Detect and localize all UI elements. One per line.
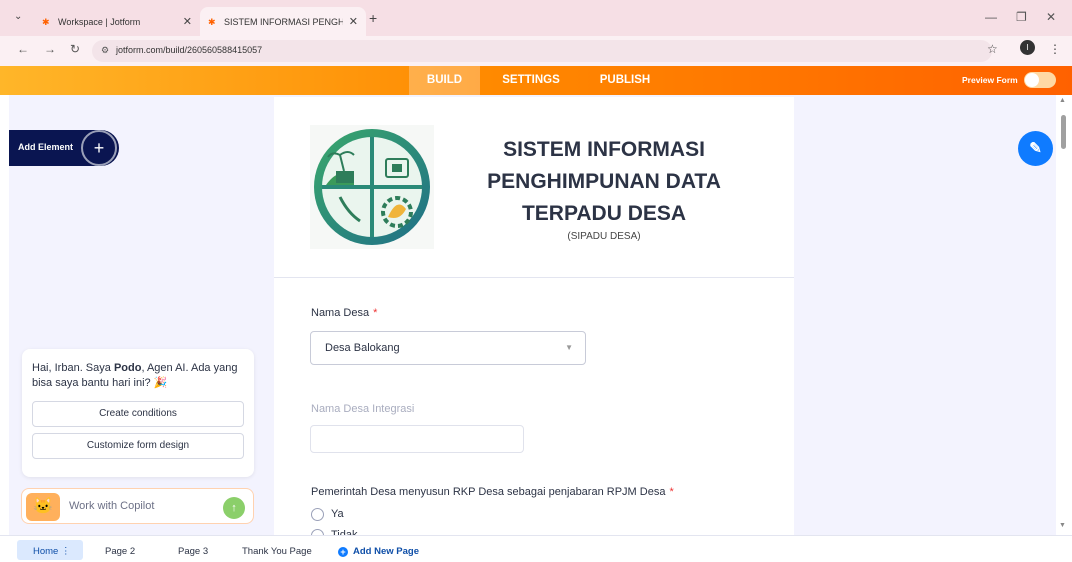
form-subtitle: (SIPADU DESA) (567, 231, 641, 242)
form-title-line: TERPADU DESA (521, 202, 687, 225)
minimize-icon[interactable]: — (985, 10, 997, 24)
back-arrow-icon[interactable]: ← (17, 42, 29, 56)
ai-agent-message: Hai, Irban. Saya Podo, Agen AI. Ada yang… (32, 361, 246, 391)
browser-menu-icon[interactable]: ⋮ (1049, 42, 1061, 56)
tab-close-icon[interactable]: ✕ (183, 15, 192, 28)
podo-avatar-icon: 🐱 (26, 493, 60, 521)
nama-desa-selected-value: Desa Balokang (325, 342, 400, 354)
site-settings-icon[interactable]: ⚙ (101, 45, 109, 56)
pages-bar: Home ⋮ Page 2 Page 3 Thank You Page + Add… (0, 535, 1072, 562)
tab-build[interactable]: BUILD (409, 66, 480, 95)
message-prefix: Hai, Irban. Saya (32, 362, 114, 374)
form-canvas: SISTEM INFORMASI PENGHIMPUNAN DATA TERPA… (274, 97, 794, 537)
rkp-question-label: Pemerintah Desa menyusun RKP Desa sebaga… (311, 486, 674, 498)
copilot-placeholder: Work with Copilot (69, 500, 155, 512)
form-title-line: PENGHIMPUNAN DATA (487, 170, 721, 193)
page-tab-label: Home (33, 546, 59, 557)
radio-ya[interactable] (311, 508, 324, 521)
form-header[interactable]: SISTEM INFORMASI PENGHIMPUNAN DATA TERPA… (274, 97, 794, 278)
send-arrow-icon[interactable]: ↑ (223, 497, 245, 519)
add-new-page-label: Add New Page (353, 546, 419, 557)
nama-desa-integrasi-label: Nama Desa Integrasi (311, 403, 415, 415)
add-page-plus-icon: + (338, 547, 348, 557)
required-asterisk: * (373, 307, 378, 319)
nama-desa-dropdown[interactable]: Desa Balokang ▼ (310, 331, 586, 365)
form-title: SISTEM INFORMASI PENGHIMPUNAN DATA TERPA… (464, 134, 744, 230)
add-element-button[interactable]: Add Element + (9, 130, 119, 166)
copilot-chat-input[interactable]: 🐱 Work with Copilot ↑ (21, 488, 254, 524)
url-text: jotform.com/build/260560588415057 (116, 45, 263, 55)
tab-title: Workspace | Jotform (58, 16, 141, 27)
scroll-down-arrow-icon[interactable]: ▼ (1059, 522, 1066, 529)
rkp-question-text: Pemerintah Desa menyusun RKP Desa sebaga… (311, 486, 666, 498)
nama-desa-label-text: Nama Desa (311, 307, 370, 319)
ai-agent-card: Hai, Irban. Saya Podo, Agen AI. Ada yang… (22, 349, 254, 477)
reload-icon[interactable]: ↻ (70, 42, 80, 56)
window-close-icon[interactable]: ✕ (1046, 10, 1056, 24)
agent-name: Podo (113, 362, 142, 374)
dropdown-caret-icon: ▼ (565, 343, 573, 352)
profile-avatar[interactable]: I (1020, 40, 1035, 55)
jotform-favicon-icon: ✱ (42, 16, 50, 27)
scroll-up-arrow-icon[interactable]: ▲ (1059, 97, 1066, 104)
jotform-favicon-icon: ✱ (208, 16, 216, 27)
nama-desa-label: Nama Desa * (311, 307, 377, 319)
form-title-line: SISTEM INFORMASI (503, 138, 705, 161)
toggle-knob (1025, 73, 1039, 87)
sipadu-logo (310, 125, 434, 249)
tab-close-icon[interactable]: ✕ (349, 15, 358, 28)
new-tab-plus-icon[interactable]: + (369, 10, 377, 26)
form-designer-brush-icon[interactable]: ✎ (1018, 131, 1053, 166)
add-element-label: Add Element (18, 142, 74, 152)
add-new-page-button[interactable]: + Add New Page (338, 546, 419, 557)
forward-arrow-icon[interactable]: → (44, 42, 56, 56)
plus-icon: + (81, 130, 117, 166)
page-scrollbar[interactable] (1056, 95, 1072, 535)
url-field[interactable]: ⚙ jotform.com/build/260560588415057 (92, 40, 992, 62)
radio-ya-label[interactable]: Ya (331, 508, 344, 520)
tab-search-chevron-icon[interactable]: ⌄ (14, 11, 28, 25)
browser-tab-workspace[interactable]: ✱ Workspace | Jotform ✕ (34, 7, 200, 36)
tab-settings[interactable]: SETTINGS (493, 66, 569, 95)
page-tab-page-3[interactable]: Page 3 (178, 546, 208, 557)
jotform-top-bar: BUILD SETTINGS PUBLISH Preview Form (0, 66, 1072, 95)
tab-title: SISTEM INFORMASI PENGHIMI (224, 16, 343, 27)
create-conditions-button[interactable]: Create conditions (32, 401, 244, 427)
bookmark-star-icon[interactable]: ☆ (987, 42, 998, 56)
page-options-icon[interactable]: ⋮ (61, 546, 71, 557)
page-tab-page-2[interactable]: Page 2 (105, 546, 135, 557)
tab-publish[interactable]: PUBLISH (590, 66, 660, 95)
nama-desa-integrasi-input[interactable] (310, 425, 524, 453)
required-asterisk: * (669, 486, 674, 498)
browser-tab-form[interactable]: ✱ SISTEM INFORMASI PENGHIMI ✕ (200, 7, 366, 36)
customize-form-design-button[interactable]: Customize form design (32, 433, 244, 459)
preview-form-label: Preview Form (962, 75, 1018, 85)
preview-form-toggle[interactable] (1024, 72, 1056, 88)
page-tab-home[interactable]: Home ⋮ (17, 540, 83, 560)
page-tab-thank-you[interactable]: Thank You Page (242, 546, 312, 557)
restore-icon[interactable]: ❐ (1016, 10, 1027, 24)
scrollbar-thumb[interactable] (1061, 115, 1066, 149)
